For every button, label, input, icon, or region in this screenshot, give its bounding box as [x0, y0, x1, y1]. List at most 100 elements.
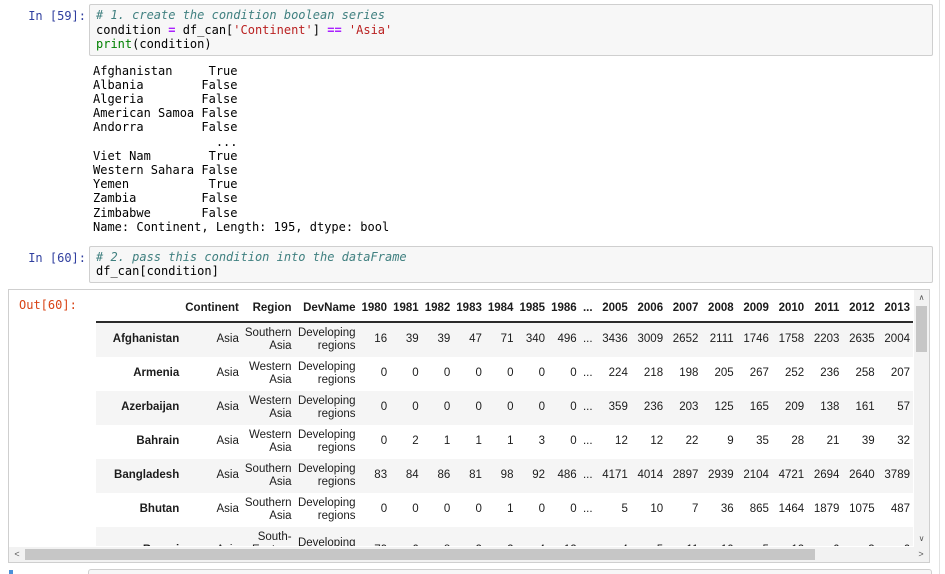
selected-cell-indicator — [9, 569, 13, 574]
vertical-scrollbar-thumb[interactable] — [916, 305, 927, 352]
df-cell: 7 — [691, 503, 699, 516]
input-prompt-59: In [59]: — [28, 9, 86, 23]
df-column-header: 2006 — [630, 293, 667, 323]
df-column-header: Region — [241, 293, 295, 323]
df-column-header: Continent — [182, 293, 242, 323]
scroll-right-icon[interactable]: > — [914, 547, 928, 562]
df-cell: 0 — [412, 367, 419, 380]
df-cell: Developing regions — [297, 462, 356, 488]
df-column-header: 2011 — [807, 293, 843, 323]
df-cell: 3 — [538, 435, 546, 448]
df-cell: 12 — [650, 435, 664, 448]
df-cell: 2652 — [672, 333, 699, 346]
scroll-down-icon[interactable]: ∨ — [914, 532, 929, 546]
df-cell: Southern Asia — [244, 496, 292, 522]
scroll-left-icon[interactable]: < — [10, 547, 24, 562]
df-cell: 9 — [727, 435, 734, 448]
df-column-header: 1984 — [484, 293, 517, 323]
df-cell: 36 — [720, 503, 734, 516]
df-cell: 198 — [679, 367, 699, 380]
df-cell: 0 — [475, 401, 482, 414]
df-cell: Asia — [216, 469, 239, 482]
df-cell: 81 — [469, 469, 482, 482]
df-cell: 207 — [890, 367, 910, 380]
df-cell: ... — [582, 333, 593, 346]
output-scroll-area-60[interactable]: Out[60]: Continent Region DevName 1980 1981 1… — [8, 288, 930, 563]
code-token: # 1. create the condition boolean series — [96, 8, 385, 22]
horizontal-scrollbar[interactable]: < > — [9, 546, 929, 562]
df-row-index: Azerbaijan — [121, 401, 180, 414]
df-cell: 0 — [570, 503, 577, 516]
df-cell: ... — [582, 401, 593, 414]
df-cell: Western Asia — [248, 428, 292, 454]
df-cell: 92 — [532, 469, 546, 482]
df-cell: 4014 — [637, 469, 664, 482]
df-cell: 71 — [500, 333, 514, 346]
df-cell: 0 — [443, 401, 451, 414]
df-cell: Western Asia — [248, 360, 292, 386]
df-cell: 0 — [380, 401, 388, 414]
df-cell: 1 — [507, 435, 514, 448]
df-cell: 28 — [791, 435, 805, 448]
df-cell: 6 — [807, 527, 842, 546]
next-code-editor[interactable] — [88, 568, 932, 574]
df-cell: 0 — [380, 435, 388, 448]
df-cell: 10 — [650, 503, 664, 516]
df-cell: 0 — [570, 367, 577, 380]
df-cell: 138 — [820, 401, 840, 414]
code-token: print — [96, 37, 133, 51]
df-cell: Developing regions — [297, 428, 356, 454]
code-text-60[interactable]: # 2. pass this condition into the dataFr… — [96, 250, 926, 279]
df-cell: Asia — [216, 401, 239, 414]
code-editor-59[interactable]: # 1. create the condition boolean series… — [89, 4, 933, 56]
df-cell: Developing regions — [297, 537, 356, 546]
df-cell: 39 — [437, 333, 451, 346]
df-cell: 267 — [749, 367, 769, 380]
df-cell: 10 — [701, 527, 736, 546]
df-cell: 236 — [643, 401, 664, 414]
df-cell: 98 — [500, 469, 514, 482]
df-cell: 0 — [538, 503, 546, 516]
df-cell: Asia — [182, 527, 242, 546]
df-cell: 3009 — [637, 333, 664, 346]
df-row-index: Brunei — [96, 527, 182, 546]
df-cell: 0 — [538, 367, 546, 380]
scroll-up-icon[interactable]: ∧ — [914, 291, 929, 305]
df-column-header: 1986 — [548, 293, 580, 323]
vertical-scrollbar[interactable]: ∧ ∨ — [914, 289, 929, 547]
df-cell: 0 — [380, 503, 388, 516]
df-cell: 359 — [608, 401, 628, 414]
df-cell: 205 — [714, 367, 734, 380]
df-cell: 2 — [485, 527, 517, 546]
df-cell: 32 — [897, 435, 910, 448]
df-cell: 4 — [596, 527, 631, 546]
df-cell: 258 — [855, 367, 875, 380]
df-cell: 2897 — [672, 469, 699, 482]
df-cell: 1075 — [849, 503, 875, 516]
df-row: Azerbaijan Asia Western Asia Developing reg… — [96, 390, 913, 425]
df-cell: 1 — [507, 503, 514, 516]
code-token: 'Asia' — [348, 22, 393, 37]
df-cell: 12 — [548, 527, 580, 546]
df-cell: ... — [582, 435, 593, 448]
df-row: Bhutan Asia Southern Asia Developing region… — [96, 493, 913, 527]
horizontal-scrollbar-thumb[interactable] — [25, 548, 815, 560]
input-prompt-60: In [60]: — [28, 250, 86, 265]
df-row: Bangladesh Asia Southern Asia Developing re… — [96, 458, 913, 493]
df-column-header: ... — [579, 293, 596, 323]
df-cell: Developing regions — [297, 326, 356, 352]
stream-output-59: Afghanistan True Albania False Algeria F… — [93, 63, 390, 234]
df-cell: 5 — [621, 503, 628, 516]
code-text-59[interactable]: # 1. create the condition boolean series… — [96, 8, 926, 52]
df-cell: 0 — [380, 367, 388, 380]
code-token: == — [327, 22, 342, 37]
df-cell: 0 — [443, 367, 451, 380]
df-column-header: 1983 — [453, 293, 485, 323]
df-row: BruneiAsia South-Eastern Asia Developing r… — [96, 526, 913, 546]
next-cell-partial — [0, 568, 945, 574]
df-column-header: 1982 — [421, 293, 454, 323]
code-cell-59: In [59]: # 1. create the condition boole… — [0, 4, 933, 56]
code-editor-60[interactable]: # 2. pass this condition into the dataFr… — [89, 245, 933, 283]
df-cell: 2104 — [743, 469, 769, 482]
